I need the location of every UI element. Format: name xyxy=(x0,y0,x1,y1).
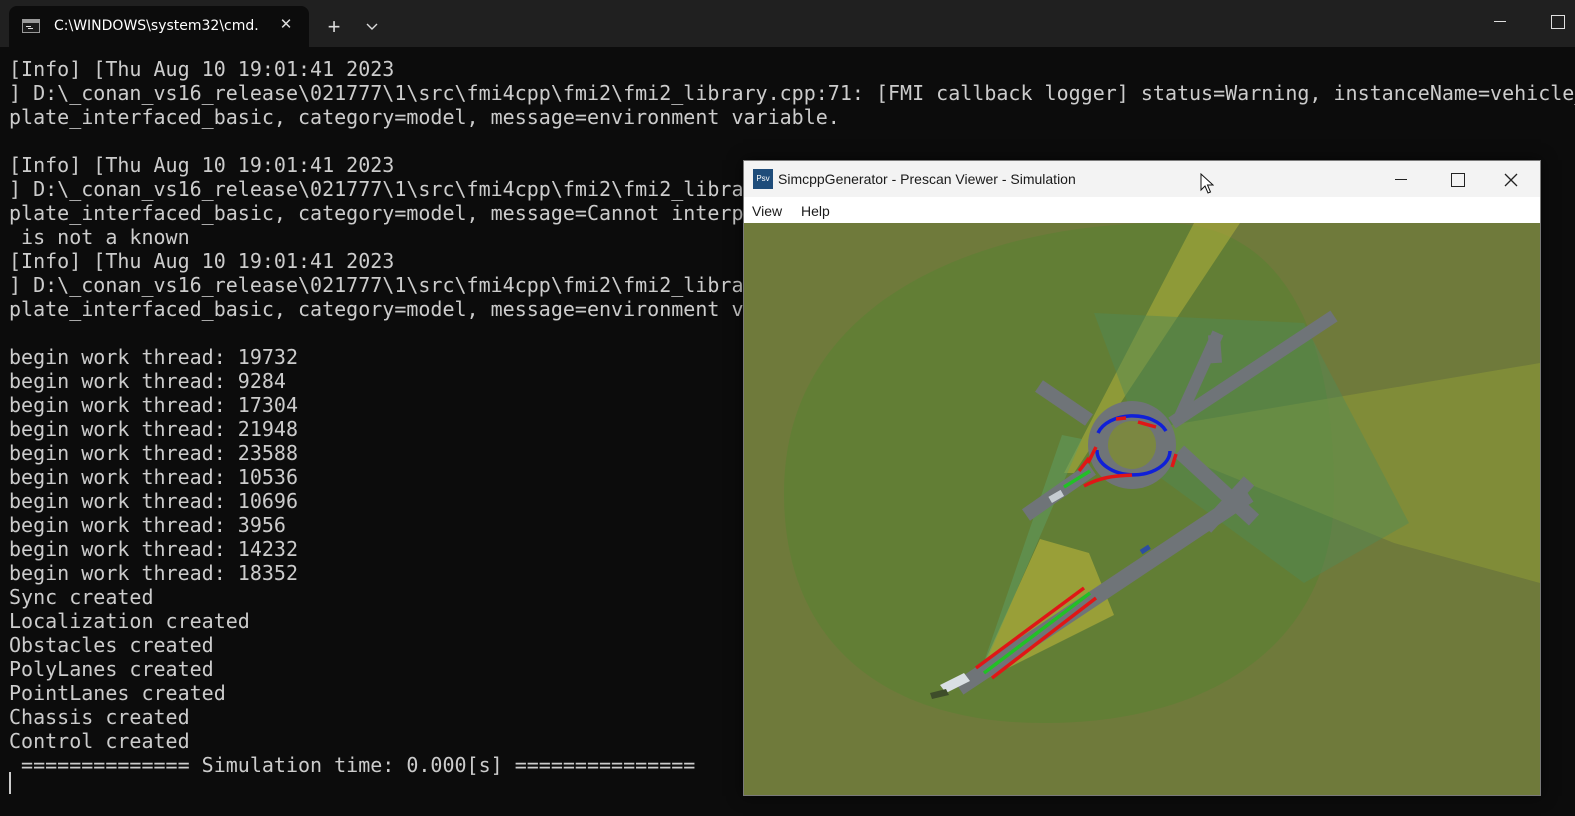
simulation-scene xyxy=(744,223,1540,795)
menu-help[interactable]: Help xyxy=(801,203,830,219)
tab-dropdown-button[interactable] xyxy=(359,14,385,42)
viewer-titlebar[interactable]: Psv SimcppGenerator - Prescan Viewer - S… xyxy=(744,161,1540,197)
cmd-icon xyxy=(22,19,40,33)
prescan-app-icon: Psv xyxy=(753,169,773,189)
menu-view[interactable]: View xyxy=(752,203,782,219)
viewer-menubar: View Help xyxy=(744,197,1540,223)
terminal-titlebar: C:\WINDOWS\system32\cmd. ✕ + xyxy=(0,0,1575,47)
road-n-branch xyxy=(1208,334,1222,364)
viewer-close-button[interactable] xyxy=(1488,165,1534,195)
close-icon xyxy=(1504,173,1518,187)
terminal-line: plate_interfaced_basic, category=model, … xyxy=(9,105,840,129)
chevron-down-icon xyxy=(366,23,378,30)
viewer-maximize-button[interactable] xyxy=(1434,165,1480,195)
text-cursor xyxy=(9,772,11,794)
roundabout-island xyxy=(1108,421,1156,469)
viewer-title: SimcppGenerator - Prescan Viewer - Simul… xyxy=(778,171,1076,187)
terminal-line: [Info] [Thu Aug 10 19:01:41 2023 xyxy=(9,57,395,81)
new-tab-button[interactable]: + xyxy=(320,14,348,42)
prescan-viewer-window: Psv SimcppGenerator - Prescan Viewer - S… xyxy=(743,160,1541,796)
mouse-pointer-icon xyxy=(1200,173,1214,194)
simulation-viewport[interactable] xyxy=(744,223,1540,795)
viewer-minimize-button[interactable] xyxy=(1378,165,1424,195)
terminal-tab[interactable]: C:\WINDOWS\system32\cmd. ✕ xyxy=(9,6,309,47)
tab-close-icon[interactable]: ✕ xyxy=(275,14,297,36)
terminal-line: ] D:\_conan_vs16_release\021777\1\src\fm… xyxy=(9,81,1575,105)
tab-title: C:\WINDOWS\system32\cmd. xyxy=(54,18,259,34)
terminal-minimize-button[interactable] xyxy=(1480,8,1520,36)
terminal-maximize-button[interactable] xyxy=(1540,8,1575,36)
